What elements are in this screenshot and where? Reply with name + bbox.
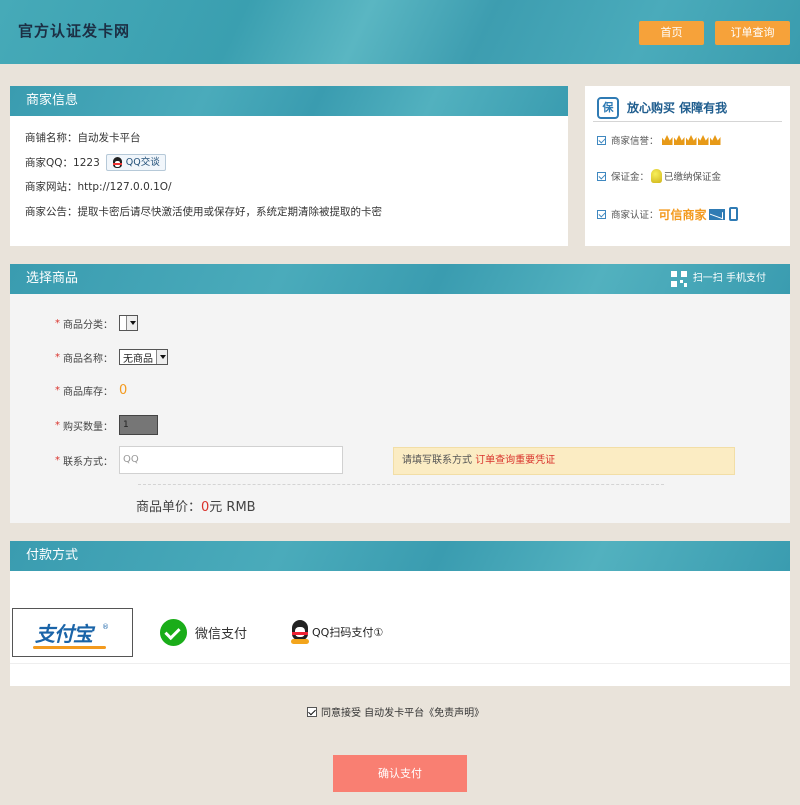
trust-panel: 保 放心购买 保障有我 商家信誉： 保证金： 已缴纳保证金 商家认证： 可信商家 [585,86,790,246]
quantity-row: * 购买数量： 1 [55,415,158,435]
merchant-qq-label: 商家QQ： [25,156,74,169]
required-star: * [55,317,60,329]
select-goods-title: 选择商品 [26,271,79,286]
crown-icon [697,135,709,145]
merchant-info-panel: 商家信息 商铺名称： 自动发卡平台 商家QQ： 1223 QQ交谈 商家网站： … [10,86,568,246]
shop-name-label: 商铺名称： [25,132,78,144]
required-star: * [55,419,60,431]
deposit-value: 已缴纳保证金 [664,172,722,183]
hint-text: 请填写联系方式 [402,455,476,466]
wechat-pay-option[interactable]: 微信支付 [160,619,247,646]
stock-value: 0 [119,383,128,398]
certification-row: 商家认证： 可信商家 [585,204,790,224]
required-star: * [55,351,60,363]
category-label: 商品分类： [63,319,113,331]
certification-value: 可信商家 [658,207,707,222]
check-icon [597,171,606,181]
merchant-info-title: 商家信息 [10,86,568,116]
qq-penguin-icon [112,156,123,169]
shield-badge-icon: 保 [597,96,619,119]
reputation-row: 商家信誉： [585,130,790,150]
contact-input[interactable]: QQ [119,446,343,474]
reputation-crowns [661,135,721,145]
chevron-down-icon [156,350,167,364]
check-icon [597,135,606,145]
check-icon [597,209,606,219]
order-query-button[interactable]: 订单查询 [715,21,790,45]
product-name-row: * 商品名称： 无商品 [55,349,168,365]
home-button[interactable]: 首页 [639,21,704,45]
hint-highlight: 订单查询重要凭证 [475,455,556,466]
merchant-qq-row: 商家QQ： 1223 QQ交谈 [25,151,553,176]
merchant-notice-row: 商家公告： 提取卡密后请尽快激活使用或保存好，系统定期清除被提取的卡密 [25,200,553,225]
price-label: 商品单价： [136,500,202,515]
merchant-website-row: 商家网站： http://127.0.0.1O/ [25,175,553,200]
product-name-label: 商品名称： [63,353,113,365]
crown-icon [685,135,697,145]
required-star: * [55,385,60,396]
shop-name-row: 商铺名称： 自动发卡平台 [25,126,553,151]
deposit-row: 保证金： 已缴纳保证金 [585,166,790,186]
bulb-icon [651,169,663,183]
agreement-row: 同意接受 自动发卡平台《免责声明》 [307,704,484,719]
product-name-select[interactable]: 无商品 [119,349,168,365]
stock-row: * 商品库存： 0 [55,383,127,398]
confirm-pay-button[interactable]: 确认支付 [333,755,467,792]
contact-hint: 请填写联系方式 订单查询重要凭证 [393,447,735,475]
merchant-notice-text: 提取卡密后请尽快激活使用或保存好，系统定期清除被提取的卡密 [77,205,383,218]
crown-icon [673,135,685,145]
contact-label: 联系方式： [63,456,113,468]
crown-icon [661,135,673,145]
qq-chat-label: QQ交谈 [125,156,160,168]
merchant-website-link[interactable]: http://127.0.0.1O/ [78,175,172,200]
chevron-down-icon [126,316,137,330]
stock-label: 商品库存： [63,387,113,398]
payment-divider [10,663,790,664]
quantity-label: 购买数量： [63,421,113,433]
shop-name-value: 自动发卡平台 [77,132,141,144]
certification-label: 商家认证： [611,210,659,221]
site-logo: 官方认证发卡网 [18,22,131,40]
envelope-icon [708,208,725,220]
deposit-label: 保证金： [611,172,650,183]
wechat-pay-label: 微信支付 [195,627,248,642]
unit-price: 商品单价：0元 RMB [136,496,256,515]
alipay-option[interactable]: 支付宝 ® [12,608,133,657]
wechat-check-icon [160,619,187,646]
price-unit: 元 RMB [209,500,256,515]
select-goods-header: 选择商品 扫一扫 手机支付 [10,264,790,294]
top-header-bar: 官方认证发卡网 首页 订单查询 [0,0,800,64]
contact-row: * 联系方式： QQ [55,446,343,474]
qq-pay-option[interactable]: QQ扫码支付① [290,620,383,644]
merchant-qq-value: 1223 [73,156,100,169]
merchant-notice-label: 商家公告： [25,205,78,218]
trust-title: 放心购买 保障有我 [627,101,728,115]
qq-pay-label: QQ扫码支付① [312,626,384,639]
agree-checkbox[interactable] [307,706,317,717]
alipay-trademark: ® [102,623,109,631]
dashed-divider [138,484,664,485]
reputation-label: 商家信誉： [611,136,659,147]
category-row: * 商品分类： [55,315,138,331]
required-star: * [55,454,60,466]
scan-mobile-pay[interactable]: 扫一扫 手机支付 [670,264,766,294]
crown-icon [709,135,721,145]
phone-icon [728,207,738,221]
qq-penguin-icon [290,620,310,644]
payment-title: 付款方式 [10,541,790,571]
scan-label: 扫一扫 手机支付 [692,273,766,284]
agree-text[interactable]: 同意接受 自动发卡平台《免责声明》 [321,704,484,719]
alipay-logo-icon: 支付宝 [33,618,106,649]
qr-code-icon [670,271,687,287]
product-name-value: 无商品 [123,353,153,365]
trust-header: 保 放心购买 保障有我 [593,86,782,122]
qq-chat-button[interactable]: QQ交谈 [105,154,166,172]
category-select[interactable] [119,315,138,331]
merchant-website-label: 商家网站： [25,181,78,193]
quantity-input[interactable]: 1 [119,415,158,435]
